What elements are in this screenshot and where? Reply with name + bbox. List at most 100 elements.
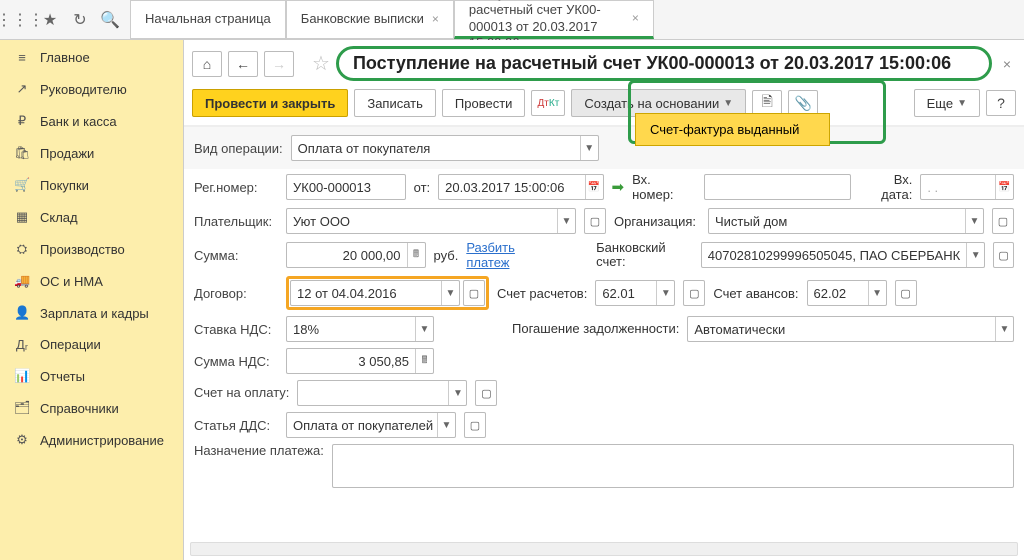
dtkt-button[interactable]: ДтКт — [531, 90, 565, 116]
purpose-label: Назначение платежа: — [194, 444, 324, 458]
calc-account-select[interactable]: 62.01▼ — [595, 280, 675, 306]
sidebar-item-bank[interactable]: ₽Банк и касса — [0, 105, 183, 137]
open-button[interactable]: ▢ — [463, 280, 485, 306]
ruble-icon: ₽ — [14, 113, 30, 129]
dds-label: Статья ДДС: — [194, 418, 278, 433]
incoming-number-input[interactable] — [704, 174, 852, 200]
sidebar-item-purchases[interactable]: 🛒Покупки — [0, 169, 183, 201]
horizontal-scrollbar[interactable] — [190, 542, 1018, 556]
chevron-down-icon[interactable]: ▼ — [557, 209, 575, 233]
chevron-down-icon[interactable]: ▼ — [965, 209, 983, 233]
history-icon[interactable]: ↻ — [66, 6, 94, 34]
bank-account-select[interactable]: 40702810299996505045, ПАО СБЕРБАНК▼ — [701, 242, 985, 268]
tab-receipt[interactable]: Поступление на расчетный счет УК00-00001… — [454, 0, 654, 39]
folder-icon: 🗂 — [14, 400, 30, 416]
post-button[interactable]: Провести — [442, 89, 526, 117]
organization-select[interactable]: Чистый дом▼ — [708, 208, 984, 234]
favorite-icon[interactable]: ☆ — [312, 51, 330, 76]
sidebar-item-salary[interactable]: 👤Зарплата и кадры — [0, 297, 183, 329]
calculator-icon[interactable]: 🖩 — [415, 349, 433, 373]
help-button[interactable]: ? — [986, 90, 1016, 116]
chevron-down-icon[interactable]: ▼ — [580, 136, 598, 160]
post-and-close-button[interactable]: Провести и закрыть — [192, 89, 348, 117]
close-button[interactable]: × — [998, 56, 1016, 72]
sidebar-item-catalogs[interactable]: 🗂Справочники — [0, 392, 183, 424]
close-icon[interactable]: × — [432, 12, 439, 27]
posted-flag-icon: ➡ — [612, 178, 625, 196]
chart-icon: ↗ — [14, 81, 30, 97]
chevron-down-icon[interactable]: ▼ — [995, 317, 1013, 341]
debt-repay-label: Погашение задолженности: — [512, 322, 679, 336]
reg-number-label: Рег.номер: — [194, 180, 278, 195]
tab-label: Банковские выписки — [301, 11, 424, 27]
date-from-label: от: — [414, 180, 431, 195]
open-button[interactable]: ▢ — [683, 280, 705, 306]
open-button[interactable]: ▢ — [895, 280, 917, 306]
sidebar-item-warehouse[interactable]: ▦Склад — [0, 201, 183, 233]
chevron-down-icon[interactable]: ▼ — [448, 381, 466, 405]
calendar-icon[interactable]: 📅 — [585, 175, 603, 199]
menu-icon: ≡ — [14, 50, 30, 65]
search-icon[interactable]: 🔍 — [96, 6, 124, 34]
sidebar-item-assets[interactable]: 🚚ОС и НМА — [0, 265, 183, 297]
home-button[interactable]: ⌂ — [192, 51, 222, 77]
operation-type-select[interactable]: Оплата от покупателя▼ — [291, 135, 599, 161]
vat-sum-input[interactable]: 3 050,85🖩 — [286, 348, 434, 374]
vat-rate-label: Ставка НДС: — [194, 322, 278, 337]
debt-repay-select[interactable]: Автоматически▼ — [687, 316, 1014, 342]
star-icon[interactable]: ★ — [36, 6, 64, 34]
tab-bank[interactable]: Банковские выписки × — [286, 0, 454, 39]
chevron-down-icon[interactable]: ▼ — [656, 281, 674, 305]
chevron-down-icon[interactable]: ▼ — [868, 281, 886, 305]
contract-select[interactable]: 12 от 04.04.2016▼ — [290, 280, 460, 306]
apps-icon[interactable]: ⋮⋮⋮ — [6, 6, 34, 34]
sum-input[interactable]: 20 000,00🖩 — [286, 242, 426, 268]
bank-account-label: Банковский счет: — [596, 241, 693, 270]
close-icon[interactable]: × — [632, 11, 639, 26]
bars-icon: 📊 — [14, 368, 30, 384]
chevron-down-icon[interactable]: ▼ — [441, 281, 459, 305]
calendar-icon[interactable]: 📅 — [995, 175, 1013, 199]
split-payment-link[interactable]: Разбить платеж — [466, 240, 556, 270]
advance-account-select[interactable]: 62.02▼ — [807, 280, 887, 306]
sidebar-item-admin[interactable]: ⚙Администрирование — [0, 424, 183, 456]
open-button[interactable]: ▢ — [584, 208, 606, 234]
calc-account-label: Счет расчетов: — [497, 286, 587, 301]
open-button[interactable]: ▢ — [992, 208, 1014, 234]
back-button[interactable]: ← — [228, 51, 258, 77]
advance-account-label: Счет авансов: — [713, 286, 798, 301]
open-button[interactable]: ▢ — [993, 242, 1014, 268]
chevron-down-icon[interactable]: ▼ — [437, 413, 455, 437]
invoice-account-select[interactable]: ▼ — [297, 380, 467, 406]
organization-label: Организация: — [614, 214, 700, 229]
truck-icon: 🚚 — [14, 273, 30, 289]
reg-number-input[interactable]: УК00-000013 — [286, 174, 406, 200]
sidebar-item-operations[interactable]: ДᵣОперации — [0, 329, 183, 360]
sum-label: Сумма: — [194, 248, 278, 263]
payer-select[interactable]: Уют ООО▼ — [286, 208, 576, 234]
sidebar-item-sales[interactable]: 🛍Продажи — [0, 137, 183, 169]
forward-button[interactable]: → — [264, 51, 294, 77]
save-button[interactable]: Записать — [354, 89, 436, 117]
open-button[interactable]: ▢ — [475, 380, 497, 406]
invoice-account-label: Счет на оплату: — [194, 386, 289, 400]
tab-home[interactable]: Начальная страница — [130, 0, 286, 39]
cart-icon: 🛒 — [14, 177, 30, 193]
chevron-down-icon[interactable]: ▼ — [966, 243, 984, 267]
bag-icon: 🛍 — [14, 145, 30, 161]
dds-select[interactable]: Оплата от покупателей▼ — [286, 412, 456, 438]
sidebar-item-manager[interactable]: ↗Руководителю — [0, 73, 183, 105]
vat-rate-select[interactable]: 18%▼ — [286, 316, 434, 342]
sidebar-item-production[interactable]: ⛭Производство — [0, 233, 183, 265]
calculator-icon[interactable]: 🖩 — [407, 243, 425, 267]
sidebar-item-main[interactable]: ≡Главное — [0, 42, 183, 73]
create-based-on-menu-item[interactable]: Счет-фактура выданный — [635, 113, 830, 146]
more-button[interactable]: Еще ▼ — [914, 89, 980, 117]
purpose-textarea[interactable] — [332, 444, 1014, 488]
chevron-down-icon[interactable]: ▼ — [415, 317, 433, 341]
open-button[interactable]: ▢ — [464, 412, 486, 438]
incoming-date-input[interactable]: . .📅 — [920, 174, 1014, 200]
date-input[interactable]: 20.03.2017 15:00:06📅 — [438, 174, 603, 200]
operation-type-label: Вид операции: — [194, 141, 283, 156]
sidebar-item-reports[interactable]: 📊Отчеты — [0, 360, 183, 392]
